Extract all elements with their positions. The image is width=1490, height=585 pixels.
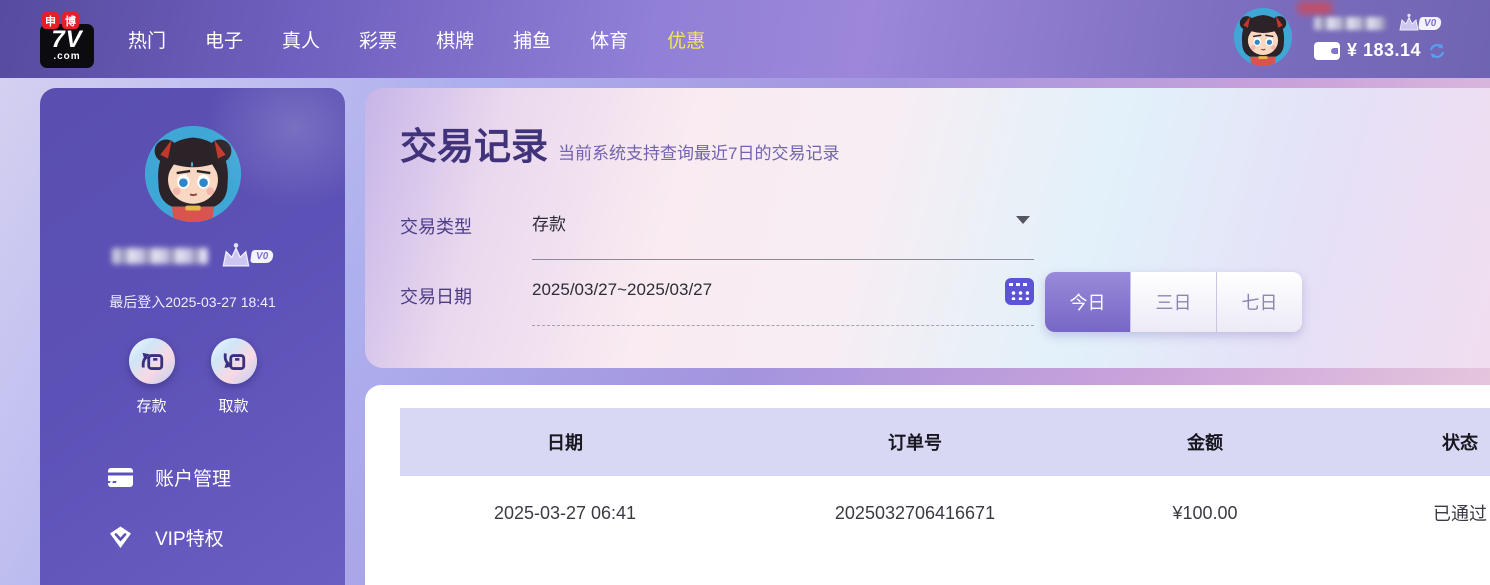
header-amount: 金额: [1187, 433, 1223, 453]
transaction-type-row: 交易类型 存款: [400, 210, 1490, 260]
table-header-row: 日期 订单号 金额 状态: [400, 408, 1490, 476]
vip-gem-icon: [110, 526, 131, 548]
transaction-type-label: 交易类型: [400, 217, 472, 237]
date-range-buttons: 今日 三日 七日: [1045, 272, 1302, 332]
withdraw-button[interactable]: 取款: [210, 338, 257, 416]
table-row: 2025-03-27 06:41 2025032706416671 ¥100.0…: [400, 476, 1490, 550]
nav-item-slots[interactable]: 电子: [205, 26, 243, 53]
refresh-balance-icon[interactable]: [1428, 42, 1446, 60]
panel-title-row: 交易记录 当前系统支持查询最近7日的交易记录: [400, 88, 1490, 170]
deposit-button[interactable]: 存款: [128, 338, 175, 416]
nav-item-live[interactable]: 真人: [282, 26, 320, 53]
cell-status: 已通过: [1433, 504, 1487, 524]
chevron-down-icon: [1016, 216, 1030, 224]
calendar-icon[interactable]: [1005, 278, 1034, 305]
bank-card-icon: [108, 467, 133, 487]
deposit-label: 存款: [136, 398, 167, 415]
sidebar-item-label: 账户管理: [155, 468, 232, 490]
logo-badges: 申 博: [42, 12, 79, 29]
vip-level-badge: V0: [1418, 16, 1443, 30]
logo-badge-2: 博: [62, 12, 79, 29]
nav-user-area: V0 ¥ 183.14: [1234, 2, 1474, 66]
nav-item-lottery[interactable]: 彩票: [359, 26, 397, 53]
nav-balance-row: ¥ 183.14: [1314, 40, 1474, 61]
cell-order-no: 2025032706416671: [834, 502, 996, 523]
page-subtitle: 当前系统支持查询最近7日的交易记录: [558, 144, 840, 163]
sidebar-menu: 账户管理 VIP特权: [40, 464, 345, 585]
sidebar-avatar[interactable]: [144, 126, 241, 222]
site-logo[interactable]: 申 博 7V .com: [40, 10, 96, 68]
nav-user-info: V0 ¥ 183.14: [1298, 2, 1474, 61]
range-button-3days[interactable]: 三日: [1130, 272, 1216, 332]
blurred-username: [1314, 16, 1386, 30]
header-date: 日期: [547, 433, 583, 453]
transaction-type-value: 存款: [532, 215, 566, 234]
cell-date: 2025-03-27 06:41: [493, 502, 637, 523]
range-button-7days[interactable]: 七日: [1216, 272, 1302, 332]
page-title: 交易记录: [400, 126, 548, 167]
nav-item-fishing[interactable]: 捕鱼: [513, 26, 551, 53]
logo-badge-1: 申: [42, 12, 59, 29]
sidebar: V0 最后登入2025-03-27 18:41 存款 取款 账户管理 VIP特权: [40, 88, 345, 585]
blurred-red-badge: [1298, 2, 1332, 14]
sidebar-item-vip-privileges[interactable]: VIP特权: [108, 524, 345, 550]
last-login-text: 最后登入2025-03-27 18:41: [109, 294, 276, 310]
sidebar-vip-crown-icon: [218, 242, 254, 270]
transaction-date-label: 交易日期: [400, 287, 472, 307]
transaction-table: 日期 订单号 金额 状态 2025-03-27 06:41 2025032706…: [400, 408, 1490, 550]
nav-item-promos[interactable]: 优惠: [667, 26, 705, 53]
transaction-date-row: 交易日期 2025/03/27~2025/03/27: [400, 278, 1490, 326]
date-range-value: 2025/03/27~2025/03/27: [532, 280, 713, 299]
sidebar-blurred-username: [111, 248, 208, 264]
range-button-today[interactable]: 今日: [1045, 272, 1130, 332]
logo-box: 7V .com: [40, 24, 94, 68]
user-avatar[interactable]: [1234, 8, 1292, 66]
transaction-table-card: 日期 订单号 金额 状态 2025-03-27 06:41 2025032706…: [365, 385, 1490, 585]
sidebar-item-account-management[interactable]: 账户管理: [108, 464, 345, 490]
sidebar-quick-actions: 存款 取款: [40, 338, 345, 416]
main-nav: 热门 电子 真人 彩票 棋牌 捕鱼 体育 优惠: [128, 26, 705, 53]
sidebar-username-row: V0: [40, 242, 345, 270]
nav-item-sports[interactable]: 体育: [590, 26, 628, 53]
sidebar-item-label: VIP特权: [155, 528, 224, 550]
nav-username-row[interactable]: V0: [1314, 12, 1474, 34]
logo-suffix: .com: [53, 51, 81, 62]
wallet-icon: [1314, 41, 1340, 60]
date-range-input[interactable]: 2025/03/27~2025/03/27: [532, 278, 1034, 326]
page: 申 博 7V .com 热门 电子 真人 彩票 棋牌 捕鱼 体育 优惠 V0 ¥…: [0, 0, 1490, 585]
balance-amount: ¥ 183.14: [1347, 40, 1422, 60]
deposit-icon: [128, 338, 175, 384]
nav-item-cards[interactable]: 棋牌: [436, 26, 474, 53]
nav-item-hot[interactable]: 热门: [128, 26, 166, 53]
logo-text: 7V: [51, 26, 83, 53]
header-order-no: 订单号: [888, 433, 942, 453]
withdraw-label: 取款: [218, 398, 249, 415]
cell-amount: ¥100.00: [1172, 502, 1238, 523]
header-status: 状态: [1442, 433, 1478, 453]
sidebar-avatar-illustration: [144, 126, 241, 222]
avatar-illustration: [1234, 8, 1292, 66]
sidebar-vip-level-badge: V0: [249, 249, 275, 263]
withdraw-icon: [210, 338, 257, 384]
transaction-filter-panel: 交易记录 当前系统支持查询最近7日的交易记录 交易类型 存款 交易日期 2025…: [365, 88, 1490, 368]
top-navbar: 申 博 7V .com 热门 电子 真人 彩票 棋牌 捕鱼 体育 优惠 V0 ¥…: [0, 0, 1490, 78]
transaction-type-select[interactable]: 存款: [532, 210, 1034, 260]
